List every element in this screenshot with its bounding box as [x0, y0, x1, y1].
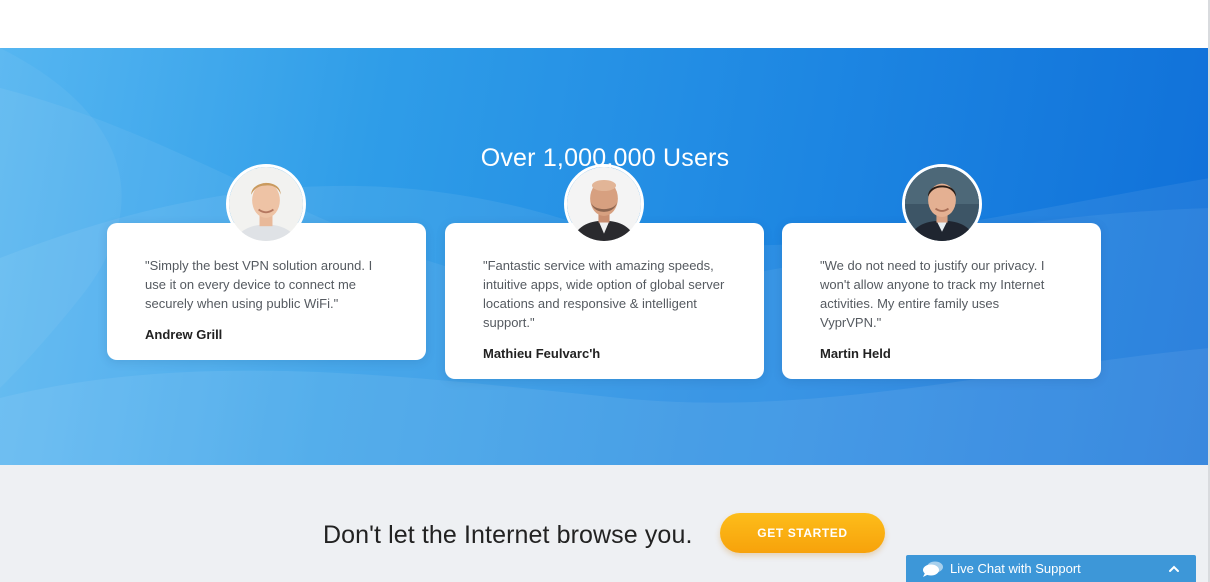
avatar-mathieu-feulvarch [564, 164, 644, 244]
testimonial-author: Martin Held [820, 346, 891, 361]
live-chat-label: Live Chat with Support [950, 561, 1081, 576]
get-started-button[interactable]: GET STARTED [720, 513, 885, 553]
testimonial-author: Andrew Grill [145, 327, 223, 342]
testimonials-section: Over 1,000,000 Users "Simply the best VP… [0, 48, 1210, 465]
avatar-andrew-grill [226, 164, 306, 244]
testimonial-quote: "We do not need to justify our privacy. … [820, 258, 1045, 330]
avatar-martin-held [902, 164, 982, 244]
chevron-up-icon[interactable] [1168, 563, 1180, 575]
top-spacer [0, 0, 1210, 48]
testimonial-quote: "Simply the best VPN solution around. I … [145, 258, 373, 311]
testimonial-card: "Fantastic service with amazing speeds, … [445, 223, 764, 379]
testimonial-author: Mathieu Feulvarc'h [483, 346, 601, 361]
testimonial-quote: "Fantastic service with amazing speeds, … [483, 258, 725, 330]
live-chat-bar[interactable]: Live Chat with Support [906, 555, 1196, 582]
testimonial-card: "We do not need to justify our privacy. … [782, 223, 1101, 379]
cta-tagline: Don't let the Internet browse you. [323, 521, 693, 549]
chat-bubbles-icon [923, 561, 943, 577]
